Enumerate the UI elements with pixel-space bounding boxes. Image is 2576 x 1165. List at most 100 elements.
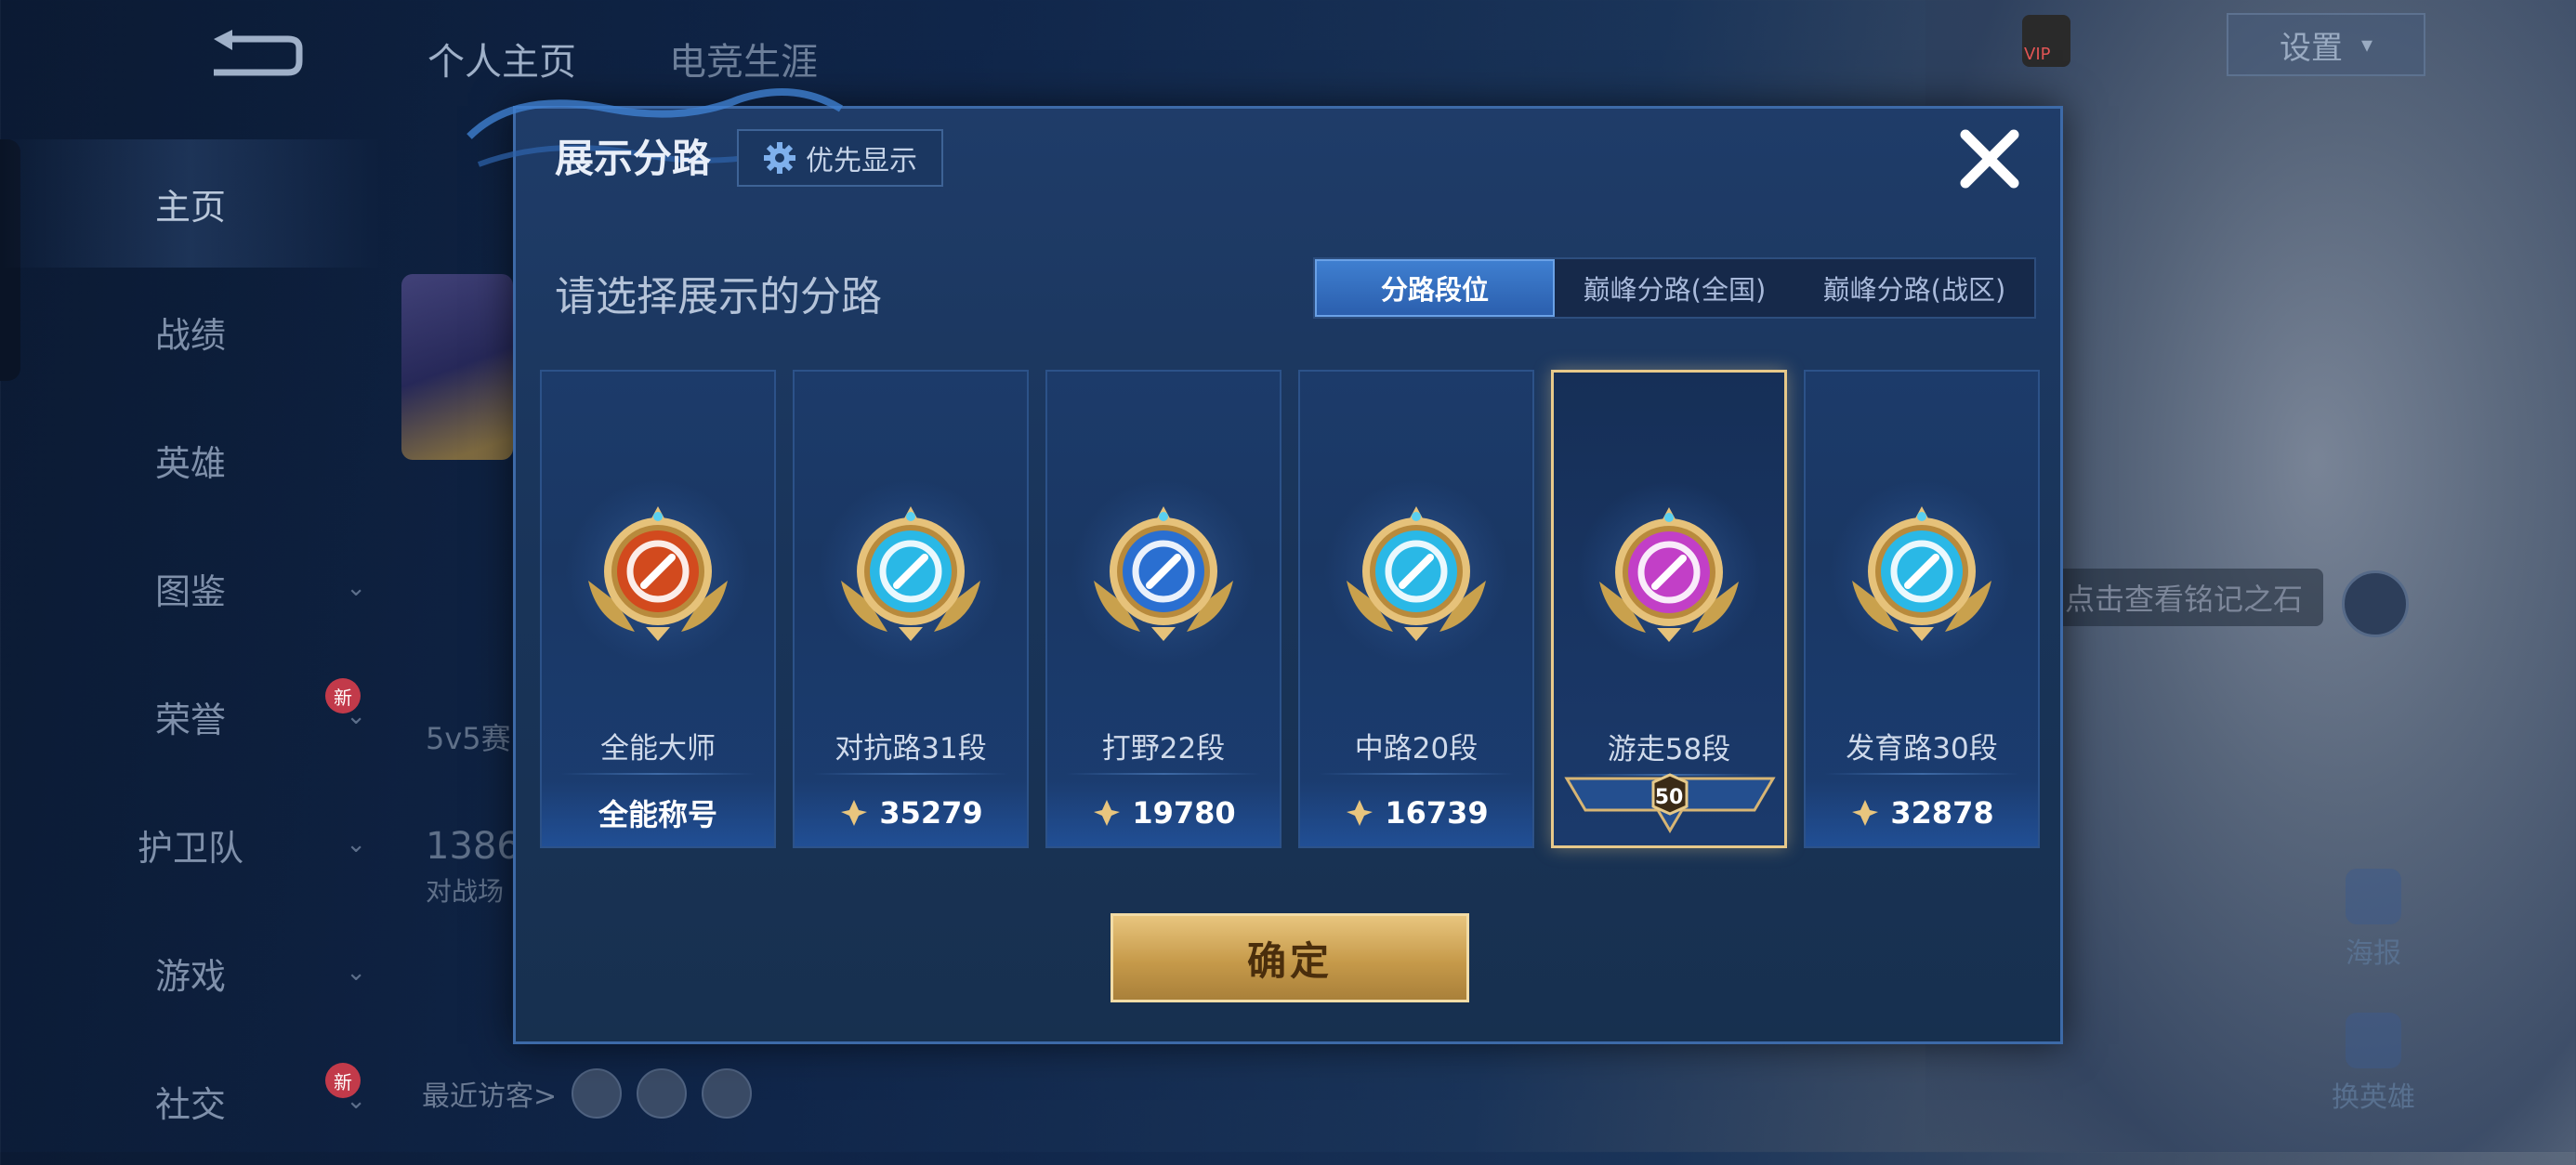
chevron-down-icon: ⌄ [346,1087,366,1115]
lane-card[interactable]: 对抗路31段 35279 [793,370,1029,848]
star-count: 50 [1654,785,1684,809]
lane-score-value: 19780 [1132,795,1236,831]
chevron-down-icon: ⌄ [346,959,366,987]
lane-card[interactable]: 全能大师 全能称号 [540,370,776,848]
lane-score: 19780 [1047,779,1280,846]
mode-text: 5v5赛 [426,721,511,756]
priority-display-label: 优先显示 [806,145,917,177]
left-nav: 主页 战绩 英雄 图鉴 ⌄ 荣誉新 ⌄ 护卫队 ⌄ 游戏 ⌄ 社交新 ⌄ [0,139,381,1165]
poster-button[interactable]: 海报 [2331,869,2416,971]
nav-item-guard[interactable]: 护卫队 ⌄ [0,780,381,909]
nav-item-label: 社交 [154,1083,226,1125]
lane-card-list: 全能大师 全能称号 对抗路31段 35279 打野22段 19780 中路20段 16739 游… [540,370,2040,848]
lane-score-value: 32878 [1890,795,1994,831]
mid-lane-badge-icon [1347,506,1486,641]
lane-tabs: 分路段位 巅峰分路(全国) 巅峰分路(战区) [1313,257,2036,319]
lane-score: 16739 [1300,779,1532,846]
confirm-button[interactable]: 确定 [1111,913,1469,1002]
tab-peak-lane-national[interactable]: 巅峰分路(全国) [1555,259,1794,317]
divider [1066,773,1261,775]
memorial-stone-tip[interactable]: 点击查看铭记之石 [2044,569,2323,626]
nav-item-label: 荣誉 [154,699,226,740]
roam-badge-icon [1599,507,1739,642]
settings-label: 设置 [2279,29,2343,67]
lane-card[interactable]: 发育路30段 32878 [1804,370,2040,848]
lane-card[interactable]: 打野22段 19780 [1045,370,1281,848]
back-arrow-icon [214,30,303,76]
nav-item-honor[interactable]: 荣誉新 ⌄ [0,652,381,780]
nav-item-label: 主页 [154,186,226,228]
tab-peak-lane-region[interactable]: 巅峰分路(战区) [1794,259,2034,317]
lane-card[interactable]: 游走58段 50 [1551,370,1787,848]
lane-rank-label: 中路20段 [1354,732,1479,766]
lane-points-icon [1852,800,1879,826]
poster-icon [2346,869,2401,924]
lane-score: 32878 [1806,779,2038,846]
tab-esports-career[interactable]: 电竞生涯 [669,32,818,85]
nav-item-label: 游戏 [154,955,226,997]
chevron-down-icon: ⌄ [346,702,366,730]
lane-points-icon [1094,800,1121,826]
lane-card[interactable]: 中路20段 16739 [1298,370,1534,848]
vip-label: VIP [2024,45,2051,64]
visitor-avatar[interactable] [637,1068,688,1119]
match-count-label: 对战场 [426,876,505,907]
divider [1824,773,2019,775]
divider [560,773,756,775]
back-button[interactable] [195,30,307,85]
priority-display-button[interactable]: 优先显示 [737,129,943,187]
nav-item-collection[interactable]: 图鉴 ⌄ [0,524,381,652]
top-tabs: 个人主页 电竞生涯 [427,32,818,85]
chevron-down-icon: ▾ [2360,32,2373,58]
gear-icon [764,142,795,174]
change-hero-button[interactable]: 换英雄 [2331,1013,2416,1115]
lane-score-value: 全能称号 [598,797,717,832]
dialog-title: 展示分路 [555,136,712,181]
nav-item-label: 护卫队 [137,827,243,869]
change-hero-icon [2346,1013,2401,1068]
nav-item-social[interactable]: 社交新 ⌄ [0,1037,381,1165]
visitor-avatar[interactable] [572,1068,623,1119]
all-round-badge-icon [588,506,728,641]
lane-score-value: 16739 [1385,795,1489,831]
lane-display-dialog: 展示分路 优先显示 请选择展示的分路 分路段位 巅峰分路(全国) 巅峰分路(战区… [467,88,2063,1044]
chevron-down-icon: ⌄ [346,574,366,602]
lane-rank-label: 全能大师 [600,732,716,766]
nav-item-home[interactable]: 主页 [0,139,381,268]
confirm-label: 确定 [1246,937,1333,984]
lane-score: 全能称号 [542,779,774,846]
lane-points-icon [841,800,868,826]
lane-score-value: 35279 [879,795,983,831]
close-button[interactable] [1952,122,2027,196]
nav-item-heroes[interactable]: 英雄 [0,396,381,524]
lane-rank-label: 发育路30段 [1846,732,1998,766]
chevron-down-icon: ⌄ [346,831,366,858]
close-icon [1960,129,2019,189]
lane-points-icon [1347,800,1373,826]
nav-item-record[interactable]: 战绩 [0,268,381,396]
nav-item-label: 英雄 [154,442,226,484]
settings-button[interactable]: 设置 ▾ [2227,13,2425,76]
divider [1319,773,1514,775]
lane-score: 35279 [795,779,1027,846]
memorial-stone-text: 点击查看铭记之石 [2064,582,2303,617]
clash-lane-badge-icon [841,506,980,641]
nav-item-game[interactable]: 游戏 ⌄ [0,909,381,1037]
lane-rank-label: 对抗路31段 [835,732,987,766]
visitor-avatar[interactable] [702,1068,753,1119]
recent-visitors[interactable]: 最近访客> [422,1068,753,1119]
avatar[interactable] [401,274,513,460]
jungle-badge-icon [1094,506,1233,641]
memorial-stone-icon[interactable] [2342,570,2409,637]
poster-label: 海报 [2346,937,2401,970]
recent-visitors-label: 最近访客> [422,1080,558,1113]
tab-profile[interactable]: 个人主页 [427,32,576,85]
select-lane-prompt: 请选择展示的分路 [555,273,882,321]
match-count: 1386 [426,825,520,868]
nav-item-label: 图鉴 [154,570,226,612]
divider [813,773,1008,775]
change-hero-label: 换英雄 [2332,1081,2415,1114]
lane-rank-label: 打野22段 [1101,732,1226,766]
nav-item-label: 战绩 [154,314,226,356]
tab-lane-rank[interactable]: 分路段位 [1315,259,1555,317]
